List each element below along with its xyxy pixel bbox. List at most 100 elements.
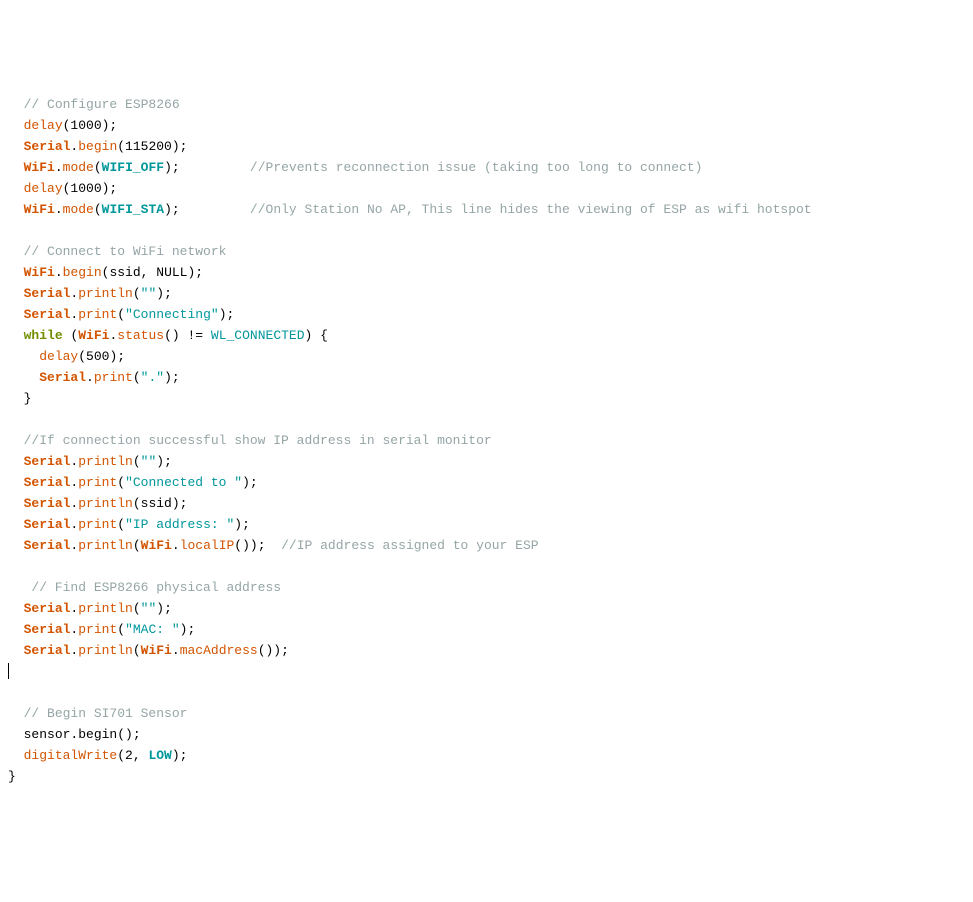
string: "" — [141, 601, 157, 616]
code-line: Serial.println(WiFi.localIP()); //IP add… — [8, 538, 539, 553]
open-paren: ( — [117, 622, 125, 637]
fn-println: println — [78, 286, 133, 301]
args: (1000); — [63, 118, 118, 133]
code-line: Serial.print("MAC: "); — [8, 622, 195, 637]
fn-macaddress: macAddress — [180, 643, 258, 658]
const-wifi-sta: WIFI_STA — [102, 202, 164, 217]
kw-serial: Serial — [24, 496, 71, 511]
close-brace: } — [8, 769, 16, 784]
close: ); — [219, 307, 235, 322]
kw-wifi: WiFi — [78, 328, 109, 343]
blank-line — [8, 559, 16, 574]
blank-line — [8, 412, 24, 427]
fn-begin: begin — [63, 265, 102, 280]
dot: . — [55, 265, 63, 280]
dot: . — [55, 202, 63, 217]
open-paren: ( — [117, 517, 125, 532]
code-line: } — [8, 391, 31, 406]
string: "Connected to " — [125, 475, 242, 490]
code-line: Serial.print("Connected to "); — [8, 475, 258, 490]
close: ); — [164, 202, 180, 217]
fn-digitalwrite: digitalWrite — [24, 748, 118, 763]
close: ); — [156, 286, 172, 301]
string: "Connecting" — [125, 307, 219, 322]
kw-serial: Serial — [24, 139, 71, 154]
kw-serial: Serial — [24, 517, 71, 532]
open-paren: ( — [94, 202, 102, 217]
args-close: ); — [172, 748, 188, 763]
fn-delay: delay — [24, 181, 63, 196]
kw-wifi: WiFi — [141, 643, 172, 658]
args: (1000); — [63, 181, 118, 196]
close: ); — [234, 517, 250, 532]
ne-op: () != — [164, 328, 211, 343]
fn-status: status — [117, 328, 164, 343]
args: (ssid, NULL); — [102, 265, 203, 280]
kw-serial: Serial — [24, 454, 71, 469]
code-line: Serial.begin(115200); — [8, 139, 187, 154]
open-paren: ( — [133, 370, 141, 385]
fn-begin: begin — [78, 139, 117, 154]
fn-mode: mode — [63, 160, 94, 175]
open-paren: ( — [117, 307, 125, 322]
close: ()); — [234, 538, 265, 553]
fn-print: print — [78, 622, 117, 637]
comment: // Find ESP8266 physical address — [31, 580, 281, 595]
dot: . — [172, 643, 180, 658]
open-paren: ( — [94, 160, 102, 175]
code-line: WiFi.mode(WIFI_OFF); //Prevents reconnec… — [8, 160, 702, 175]
comment: //Only Station No AP, This line hides th… — [250, 202, 812, 217]
code-line: Serial.println(""); — [8, 286, 172, 301]
fn-delay: delay — [24, 118, 63, 133]
code-line: // Connect to WiFi network — [8, 244, 226, 259]
fn-print: print — [94, 370, 133, 385]
string: "" — [141, 454, 157, 469]
code-line: //If connection successful show IP addre… — [8, 433, 492, 448]
fn-localip: localIP — [180, 538, 235, 553]
code-line: // Begin SI701 Sensor — [8, 706, 187, 721]
const-low: LOW — [148, 748, 171, 763]
code-line: Serial.println(""); — [8, 601, 172, 616]
code-line: Serial.println(ssid); — [8, 496, 187, 511]
comment: // Begin SI701 Sensor — [24, 706, 188, 721]
string: "" — [141, 286, 157, 301]
fn-delay: delay — [39, 349, 78, 364]
fn-println: println — [78, 454, 133, 469]
kw-wifi: WiFi — [24, 160, 55, 175]
code-line: Serial.println(WiFi.macAddress()); — [8, 643, 289, 658]
fn-print: print — [78, 517, 117, 532]
dot: . — [86, 370, 94, 385]
comment: //If connection successful show IP addre… — [24, 433, 492, 448]
close: ); — [164, 370, 180, 385]
close: ); — [156, 454, 172, 469]
code-line: Serial.println(""); — [8, 454, 172, 469]
kw-wifi: WiFi — [24, 202, 55, 217]
blank-line — [8, 685, 16, 700]
kw-wifi: WiFi — [24, 265, 55, 280]
code-line: Serial.print("IP address: "); — [8, 517, 250, 532]
code-line: Serial.print("."); — [8, 370, 180, 385]
code-line: // Find ESP8266 physical address — [8, 580, 281, 595]
string: "." — [141, 370, 164, 385]
code-line: digitalWrite(2, LOW); — [8, 748, 187, 763]
sensor-begin: sensor.begin(); — [24, 727, 141, 742]
close: ()); — [258, 643, 289, 658]
spacer — [180, 160, 250, 175]
kw-serial: Serial — [24, 601, 71, 616]
const-wl-connected: WL_CONNECTED — [211, 328, 305, 343]
close: ); — [180, 622, 196, 637]
comment: // Connect to WiFi network — [24, 244, 227, 259]
open-paren: ( — [117, 475, 125, 490]
close: ); — [164, 160, 180, 175]
open-paren: ( — [133, 601, 141, 616]
code-line: delay(500); — [8, 349, 125, 364]
text-cursor — [8, 663, 9, 679]
blank-line — [8, 223, 24, 238]
code-line: WiFi.mode(WIFI_STA); //Only Station No A… — [8, 202, 812, 217]
code-line: sensor.begin(); — [8, 727, 141, 742]
const-wifi-off: WIFI_OFF — [102, 160, 164, 175]
args: (ssid); — [133, 496, 188, 511]
args: (500); — [78, 349, 125, 364]
cursor-line — [8, 664, 9, 679]
kw-serial: Serial — [24, 622, 71, 637]
